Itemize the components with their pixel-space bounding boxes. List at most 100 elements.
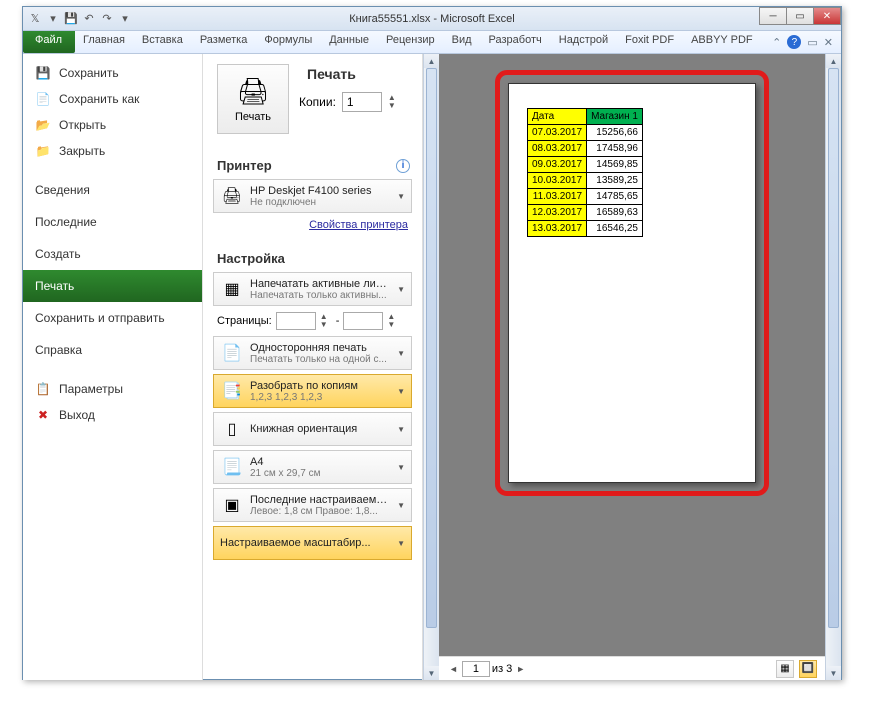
tab-data[interactable]: Данные [321, 31, 378, 53]
setting-paper-size[interactable]: 📃 A4 21 см x 29,7 см ▼ [213, 450, 412, 484]
table-row: 08.03.201717458,96 [528, 141, 643, 157]
options-icon: 📋 [35, 381, 51, 397]
preview-scrollbar[interactable]: ▲ ▼ [825, 54, 841, 680]
scroll-thumb[interactable] [828, 68, 839, 628]
preview-highlight: Дата Магазин 1 07.03.201715256,66 08.03.… [495, 70, 769, 496]
tab-addins[interactable]: Надстрой [551, 31, 617, 53]
nav-recent[interactable]: Последние [23, 206, 202, 238]
table-row: 07.03.201715256,66 [528, 125, 643, 141]
tab-home[interactable]: Главная [75, 31, 134, 53]
setting-paper-sub: 21 см x 29,7 см [250, 468, 391, 479]
setting-scaling[interactable]: Настраиваемое масштабир... ▼ [213, 526, 412, 560]
nav-options-label: Параметры [59, 382, 123, 396]
print-settings-pane: 🖨 Печать Печать Копии: ▲▼ Принтер i 🖨 [203, 54, 423, 680]
ribbon-min-icon[interactable]: ⌃ [772, 36, 781, 49]
save-icon[interactable]: 💾 [63, 11, 79, 27]
excel-icon: 𝕏 [27, 11, 43, 27]
maximize-button[interactable]: ▭ [786, 7, 814, 25]
help-icon[interactable]: ? [787, 35, 801, 49]
nav-options[interactable]: 📋 Параметры [23, 376, 202, 402]
page-from-input[interactable] [276, 312, 316, 330]
printer-select[interactable]: 🖨 HP Deskjet F4100 series Не подключен ▼ [213, 179, 412, 213]
tab-file[interactable]: Файл [23, 31, 75, 53]
nav-info-label: Сведения [35, 183, 90, 197]
page-prev-button[interactable]: ◄ [447, 664, 460, 674]
copies-input[interactable] [342, 92, 382, 112]
nav-recent-label: Последние [35, 215, 97, 229]
tab-insert[interactable]: Вставка [134, 31, 192, 53]
preview-table: Дата Магазин 1 07.03.201715256,66 08.03.… [527, 108, 643, 237]
printer-heading-label: Принтер [217, 158, 272, 173]
nav-new-label: Создать [35, 247, 81, 261]
preview-footer: ◄ из 3 ► ▦ 🔲 [439, 656, 825, 680]
current-page-input[interactable] [462, 661, 490, 677]
tab-review[interactable]: Рецензир [378, 31, 444, 53]
nav-open[interactable]: 📂Открыть [23, 112, 202, 138]
print-button[interactable]: 🖨 Печать [217, 64, 289, 134]
center-scrollbar[interactable]: ▲ ▼ [423, 54, 439, 680]
nav-info[interactable]: Сведения [23, 174, 202, 206]
orientation-icon: ▯ [220, 417, 244, 441]
page-next-button[interactable]: ► [514, 664, 527, 674]
scroll-up-icon[interactable]: ▲ [424, 54, 439, 68]
save-as-icon: 📄 [35, 91, 51, 107]
nav-save-send[interactable]: Сохранить и отправить [23, 302, 202, 334]
setting-paper-main: A4 [250, 456, 391, 468]
chevron-down-icon: ▼ [397, 501, 405, 510]
setting-margins[interactable]: ▣ Последние настраиваемые ... Левое: 1,8… [213, 488, 412, 522]
col-header-shop: Магазин 1 [587, 109, 643, 125]
setting-what-to-print[interactable]: ▦ Напечатать активные листы Напечатать т… [213, 272, 412, 306]
scroll-down-icon[interactable]: ▼ [826, 666, 841, 680]
nav-close[interactable]: 📁 Закрыть [23, 138, 202, 164]
nav-print[interactable]: Печать [23, 270, 202, 302]
undo-icon[interactable]: ↶ [81, 11, 97, 27]
tab-abbyy[interactable]: ABBYY PDF [683, 31, 762, 53]
show-margins-button[interactable]: ▦ [776, 660, 794, 678]
page-to-input[interactable] [343, 312, 383, 330]
window-title: Книга55551.xlsx - Microsoft Excel [349, 13, 514, 25]
zoom-to-page-button[interactable]: 🔲 [799, 660, 817, 678]
nav-save-as[interactable]: 📄Сохранить как [23, 86, 202, 112]
setting-oneside[interactable]: 📄 Односторонняя печать Печатать только н… [213, 336, 412, 370]
setting-collate-main: Разобрать по копиям [250, 380, 391, 392]
settings-section-title: Настройка [217, 251, 416, 266]
setting-orientation[interactable]: ▯ Книжная ориентация ▼ [213, 412, 412, 446]
qat-more-icon[interactable]: ▾ [117, 11, 133, 27]
page-from-spinner[interactable]: ▲▼ [320, 313, 332, 329]
setting-collate[interactable]: 📑 Разобрать по копиям 1,2,3 1,2,3 1,2,3 … [213, 374, 412, 408]
nav-exit[interactable]: ✖Выход [23, 402, 202, 428]
page-nav: ◄ из 3 ► [447, 661, 527, 677]
scroll-thumb[interactable] [426, 68, 437, 628]
copies-label: Копии: [299, 95, 336, 109]
setting-sheets-main: Напечатать активные листы [250, 278, 391, 290]
printer-properties-link[interactable]: Свойства принтера [209, 217, 416, 237]
tab-developer[interactable]: Разработч [481, 31, 551, 53]
scroll-down-icon[interactable]: ▼ [424, 666, 439, 680]
nav-save-label: Сохранить [59, 66, 119, 80]
nav-help[interactable]: Справка [23, 334, 202, 366]
info-icon[interactable]: i [396, 159, 410, 173]
ribbon-close-icon[interactable]: ✕ [824, 36, 833, 49]
nav-save[interactable]: 💾Сохранить [23, 60, 202, 86]
close-file-icon: 📁 [35, 143, 51, 159]
ribbon-help-icons: ⌃ ? ▭ ✕ [772, 31, 841, 53]
nav-close-label: Закрыть [59, 144, 105, 158]
nav-new[interactable]: Создать [23, 238, 202, 270]
ribbon-restore-icon[interactable]: ▭ [807, 36, 817, 49]
page-to-spinner[interactable]: ▲▼ [387, 313, 399, 329]
open-icon: 📂 [35, 117, 51, 133]
tab-formulas[interactable]: Формулы [256, 31, 321, 53]
ribbon-tabs: Файл Главная Вставка Разметка Формулы Да… [23, 31, 841, 54]
close-button[interactable]: ✕ [813, 7, 841, 25]
minimize-button[interactable]: ─ [759, 7, 787, 25]
table-row: 13.03.201716546,25 [528, 221, 643, 237]
quick-access-toolbar: 𝕏 ▾ 💾 ↶ ↷ ▾ [23, 11, 133, 27]
tab-foxit[interactable]: Foxit PDF [617, 31, 683, 53]
qat-dropdown-icon[interactable]: ▾ [45, 11, 61, 27]
preview-area: Дата Магазин 1 07.03.201715256,66 08.03.… [439, 54, 825, 656]
copies-spinner[interactable]: ▲▼ [388, 94, 400, 110]
scroll-up-icon[interactable]: ▲ [826, 54, 841, 68]
tab-view[interactable]: Вид [444, 31, 481, 53]
redo-icon[interactable]: ↷ [99, 11, 115, 27]
tab-layout[interactable]: Разметка [192, 31, 257, 53]
